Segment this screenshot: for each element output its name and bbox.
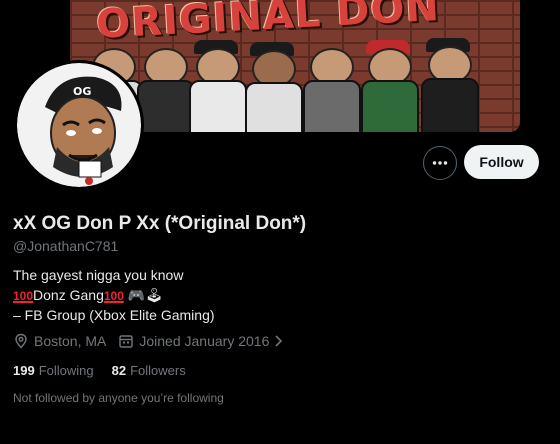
followers-count: 82 — [111, 363, 127, 378]
chevron-right-icon — [275, 335, 283, 347]
profile-stats: 199 Following 82 Followers — [13, 363, 204, 378]
joined-text: Joined January 2016 — [139, 333, 270, 349]
following-link[interactable]: 199 Following — [13, 363, 94, 378]
following-count: 199 — [13, 363, 35, 378]
bio-line-2: 100Donz Gang100 🎮🕹 — [13, 286, 215, 307]
profile-meta: Boston, MA Joined January 2016 — [13, 333, 289, 349]
profile-avatar[interactable]: OG — [14, 60, 144, 190]
more-horizontal-icon — [432, 161, 448, 165]
bio-line-3: – FB Group (Xbox Elite Gaming) — [13, 307, 215, 323]
hundred-emoji-icon: 100 — [103, 288, 124, 303]
follow-button[interactable]: Follow — [464, 145, 539, 179]
location-pin-icon — [15, 333, 27, 349]
more-options-button[interactable] — [423, 146, 457, 180]
bio-line-1: The gayest nigga you know — [13, 267, 184, 283]
game-controller-icon: 🎮 — [127, 286, 146, 303]
profile-handle: @JonathanC781 — [13, 238, 119, 254]
calendar-icon — [119, 335, 134, 348]
location-text: Boston, MA — [34, 333, 107, 349]
not-followed-notice: Not followed by anyone you’re following — [13, 391, 224, 405]
profile-bio: The gayest nigga you know 100Donz Gang10… — [13, 266, 215, 326]
bio-line-2-text: Donz Gang — [33, 286, 104, 303]
following-label: Following — [38, 363, 94, 378]
joystick-icon: 🕹 — [145, 286, 163, 303]
profile-display-name: xX OG Don P Xx (*Original Don*) — [13, 213, 307, 234]
profile-joined[interactable]: Joined January 2016 — [118, 333, 289, 349]
followers-label: Followers — [130, 363, 186, 378]
avatar-cartoon-image: OG — [19, 65, 139, 185]
profile-location: Boston, MA — [13, 333, 106, 349]
followers-link[interactable]: 82 Followers — [112, 363, 186, 378]
hundred-emoji-icon: 100 — [13, 288, 34, 303]
banner-crew-illustration — [82, 30, 512, 132]
